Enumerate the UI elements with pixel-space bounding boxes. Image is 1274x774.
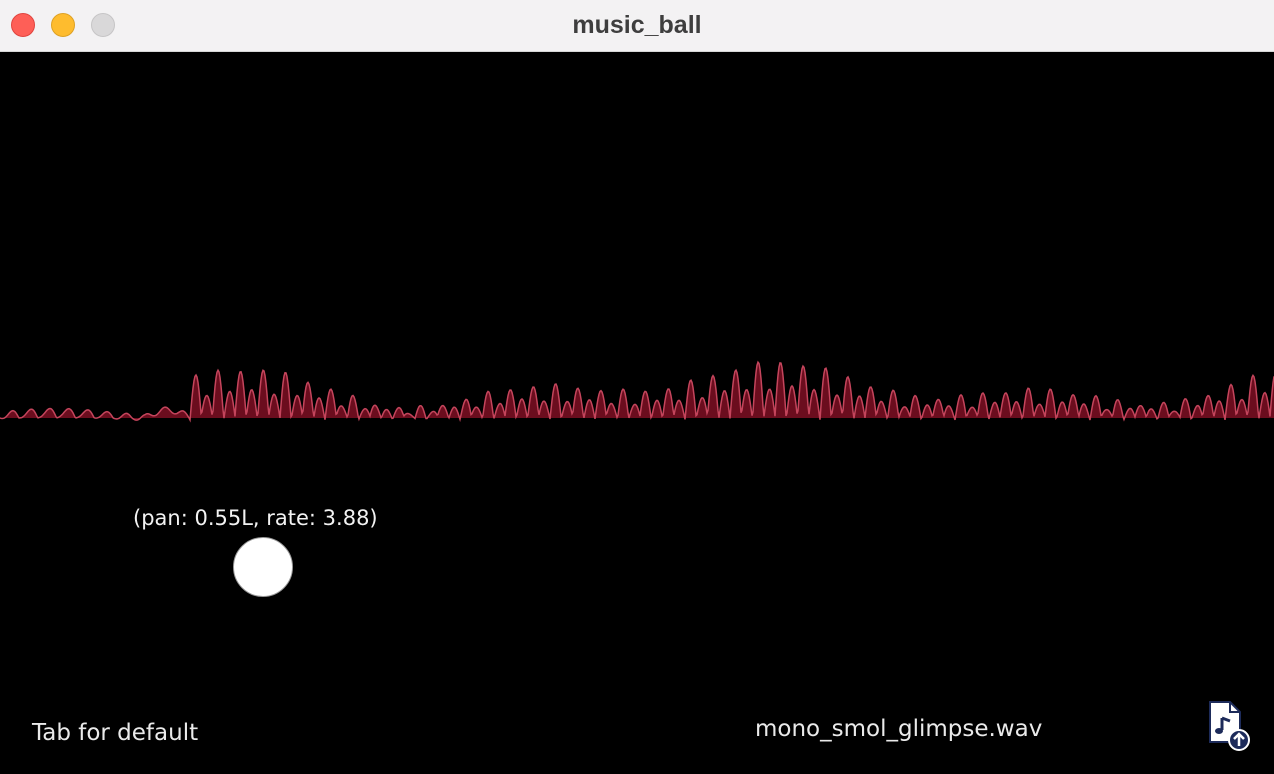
waveform bbox=[0, 360, 1274, 423]
ball-readout: (pan: 0.55L, rate: 3.88) bbox=[133, 506, 378, 530]
default-hint: Tab for default bbox=[32, 720, 199, 746]
music-file-upload-icon[interactable] bbox=[1206, 700, 1252, 752]
title-bar: music_ball bbox=[0, 0, 1274, 52]
window-title: music_ball bbox=[572, 11, 702, 39]
audio-canvas[interactable]: (pan: 0.55L, rate: 3.88) Tab for default… bbox=[0, 52, 1274, 774]
music-ball[interactable] bbox=[233, 537, 293, 597]
app-window: music_ball (pan: 0.55L, rate: 3.88) Tab … bbox=[0, 0, 1274, 774]
audio-filename: mono_smol_glimpse.wav bbox=[755, 716, 1043, 742]
